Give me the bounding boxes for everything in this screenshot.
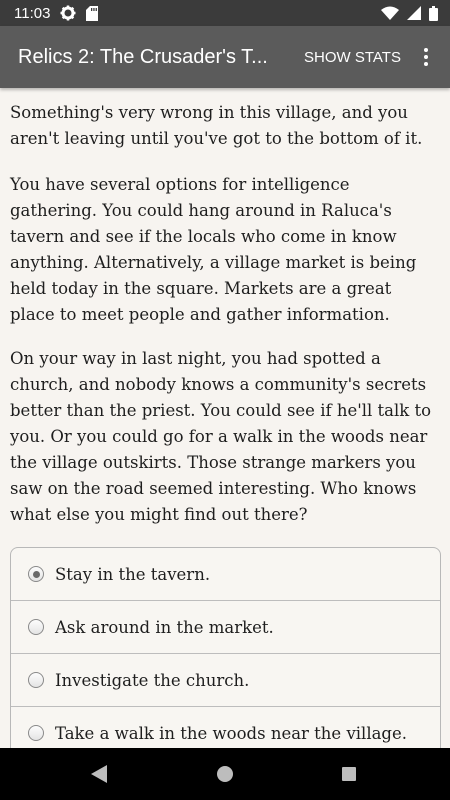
story-paragraph: You have several options for intelligenc…: [10, 175, 417, 324]
navigation-bar: [0, 748, 450, 800]
choice-label: Ask around in the market.: [55, 617, 274, 637]
wifi-icon: [381, 6, 399, 20]
choice-walk-woods[interactable]: Take a walk in the woods near the villag…: [11, 707, 440, 748]
choice-label: Investigate the church.: [55, 670, 250, 690]
overflow-menu-icon[interactable]: [416, 26, 436, 88]
story-content: Something's very wrong in this village, …: [0, 88, 450, 748]
signal-icon: [407, 6, 421, 20]
radio-icon[interactable]: [28, 725, 44, 741]
battery-icon: [429, 5, 438, 21]
radio-icon[interactable]: [28, 619, 44, 635]
home-icon[interactable]: [217, 766, 233, 782]
choice-list: Stay in the tavern. Ask around in the ma…: [10, 547, 441, 748]
show-stats-button[interactable]: SHOW STATS: [304, 26, 401, 88]
gear-icon: [60, 5, 76, 21]
app-bar: Relics 2: The Crusader's T... SHOW STATS: [0, 26, 450, 88]
status-time: 11:03: [14, 4, 51, 22]
radio-icon[interactable]: [28, 672, 44, 688]
story-paragraph: On your way in last night, you had spott…: [10, 349, 432, 524]
choice-ask-market[interactable]: Ask around in the market.: [11, 601, 440, 654]
recents-icon[interactable]: [342, 767, 356, 781]
story-paragraph: Something's very wrong in this village, …: [10, 103, 423, 148]
app-title: Relics 2: The Crusader's T...: [18, 45, 268, 68]
choice-investigate-church[interactable]: Investigate the church.: [11, 654, 440, 707]
back-icon[interactable]: [91, 765, 107, 783]
choice-label: Stay in the tavern.: [55, 564, 211, 584]
sd-card-icon: [86, 5, 99, 21]
status-bar: 11:03: [0, 0, 450, 26]
choice-stay-in-tavern[interactable]: Stay in the tavern.: [11, 548, 440, 601]
choice-label: Take a walk in the woods near the villag…: [55, 723, 408, 743]
radio-selected-icon[interactable]: [28, 566, 44, 582]
